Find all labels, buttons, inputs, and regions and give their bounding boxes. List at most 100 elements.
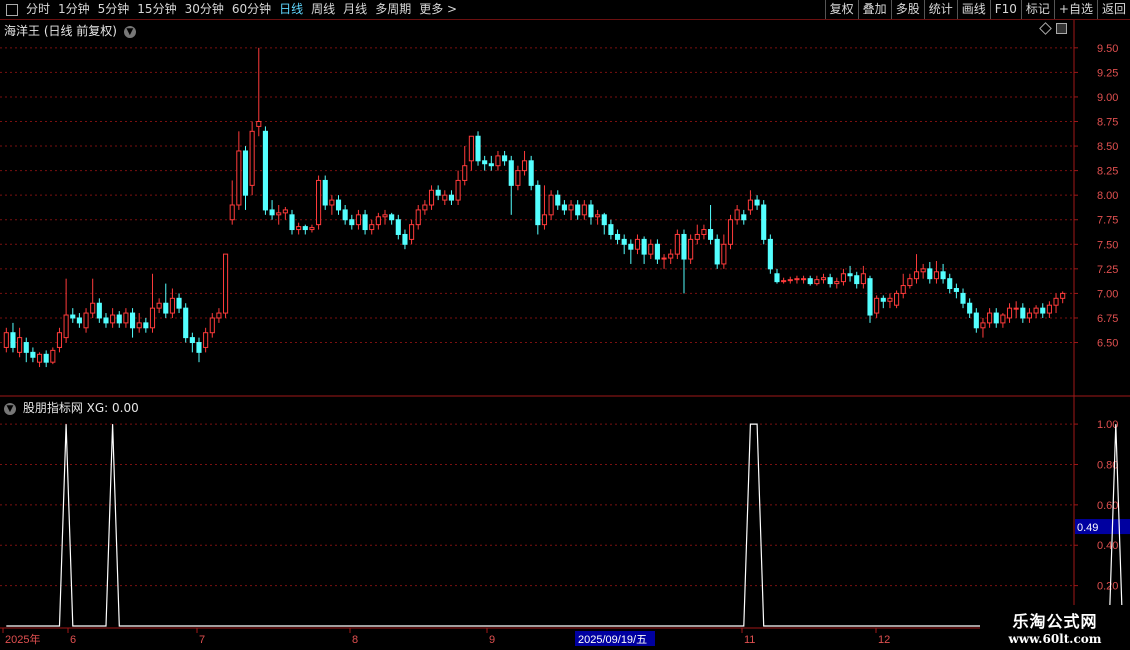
candle-body <box>296 226 302 231</box>
period-tab[interactable]: 多周期 <box>371 0 415 19</box>
period-tab[interactable]: 5分钟 <box>94 0 134 19</box>
candle-body <box>754 199 760 206</box>
window-icon[interactable] <box>6 3 18 16</box>
candle-body <box>428 189 435 206</box>
period-tab[interactable]: 1分钟 <box>54 0 94 19</box>
candle-body <box>727 219 734 245</box>
candle-body <box>329 199 335 206</box>
date-tick-label: 12 <box>878 634 890 646</box>
candle-body <box>555 194 561 206</box>
candle-body <box>714 238 720 265</box>
period-tab[interactable]: 更多 > <box>415 0 461 19</box>
candle-body <box>1026 312 1033 319</box>
candle-body <box>648 243 654 255</box>
candle-body <box>1033 307 1039 314</box>
window-toggle-icon[interactable] <box>1056 23 1067 34</box>
candle-body <box>455 179 461 201</box>
candle-body <box>807 278 813 285</box>
candle-body <box>17 337 23 353</box>
candle-body <box>887 297 893 302</box>
toolbar-button[interactable]: 统计 <box>923 0 957 19</box>
candle-body <box>30 351 36 358</box>
toolbar: 分时 1分钟 5分钟 15分钟 30分钟 60分钟 日线 周线 月线 多周期 更多 > 复权 叠加 多股… <box>0 0 1130 20</box>
candle-body <box>149 307 156 329</box>
candle-body <box>395 219 401 235</box>
candle-body <box>993 312 999 324</box>
candle-body <box>316 179 322 226</box>
candle-body <box>515 170 521 186</box>
chevron-down-icon[interactable]: ▼ <box>123 25 136 38</box>
candle-body <box>588 204 594 218</box>
candle-body <box>568 204 574 211</box>
candle-body <box>681 233 687 260</box>
toolbar-button[interactable]: 返回 <box>1096 0 1130 19</box>
candle-body <box>435 189 441 196</box>
candle-body <box>10 332 16 348</box>
logo-line1: 乐淘公式网 <box>1012 612 1098 631</box>
diamond-icon[interactable] <box>1039 22 1052 35</box>
candle-body <box>262 130 268 211</box>
candle-body <box>814 279 820 285</box>
candle-body <box>63 314 69 339</box>
candle-body <box>382 214 388 218</box>
candle-body <box>342 209 348 221</box>
candle-body <box>488 163 494 167</box>
toolbar-right-buttons: 复权 叠加 多股 统计 画线 F10 标记 +自选 返回 <box>824 0 1130 19</box>
candle-body <box>894 292 900 306</box>
candle-body <box>548 194 554 216</box>
period-tab[interactable]: 60分钟 <box>228 0 275 19</box>
candle-body <box>242 150 249 196</box>
candle-body <box>289 214 295 231</box>
candle-body <box>375 216 381 226</box>
candle-body <box>223 253 229 314</box>
candle-body <box>801 278 807 281</box>
price-tick-label: 7.75 <box>1097 215 1118 227</box>
date-tick-label: 2025年 <box>5 632 40 646</box>
candle-body <box>256 121 262 127</box>
toolbar-button[interactable]: 画线 <box>956 0 990 19</box>
date-tick-label: 6 <box>70 634 76 646</box>
candle-body <box>3 332 9 348</box>
candle-body <box>900 285 906 294</box>
candle-body <box>694 233 700 240</box>
candle-body <box>462 165 468 181</box>
period-tab[interactable]: 日线 <box>275 0 307 19</box>
indicator-tick-label: 0.60 <box>1097 500 1118 512</box>
toolbar-button[interactable]: F10 <box>989 0 1021 19</box>
candle-body <box>309 227 315 231</box>
candle-body <box>608 224 614 235</box>
date-tick-label: 9 <box>489 634 495 646</box>
candle-body <box>880 297 886 302</box>
date-cursor-label: 2025/09/19/五 <box>578 634 647 646</box>
toolbar-button[interactable]: 复权 <box>824 0 858 19</box>
candle-body <box>176 297 182 309</box>
period-tab[interactable]: 周线 <box>307 0 339 19</box>
candle-body <box>236 150 242 206</box>
price-tick-label: 7.25 <box>1097 264 1118 276</box>
toolbar-button[interactable]: 多股 <box>890 0 924 19</box>
stock-chart[interactable]: 9.50 9.25 9.00 8.75 8.50 8.25 8.00 7.75 7.50 7.25… <box>0 0 1130 650</box>
toolbar-button[interactable]: 叠加 <box>857 0 891 19</box>
toolbar-button[interactable]: +自选 <box>1053 0 1097 19</box>
period-tab[interactable]: 15分钟 <box>133 0 180 19</box>
period-tab[interactable]: 月线 <box>339 0 371 19</box>
price-tick-label: 6.75 <box>1097 313 1118 325</box>
candle-body <box>701 229 707 235</box>
candle-body <box>1006 307 1013 319</box>
period-tab[interactable]: 30分钟 <box>181 0 228 19</box>
candle-body <box>734 209 740 221</box>
candle-body <box>973 312 979 329</box>
candle-body <box>1046 304 1052 314</box>
candle-body <box>661 257 667 260</box>
candle-body <box>110 314 116 324</box>
chevron-down-icon[interactable]: ▼ <box>4 402 16 415</box>
candle-body <box>389 214 395 221</box>
toolbar-button[interactable]: 标记 <box>1020 0 1054 19</box>
candle-body <box>169 297 175 314</box>
candle-body <box>475 135 481 162</box>
candle-body <box>927 268 933 280</box>
candle-body <box>1040 307 1046 314</box>
candle-body <box>595 214 601 218</box>
period-tab[interactable]: 分时 <box>22 0 54 19</box>
candle-body <box>116 314 122 324</box>
